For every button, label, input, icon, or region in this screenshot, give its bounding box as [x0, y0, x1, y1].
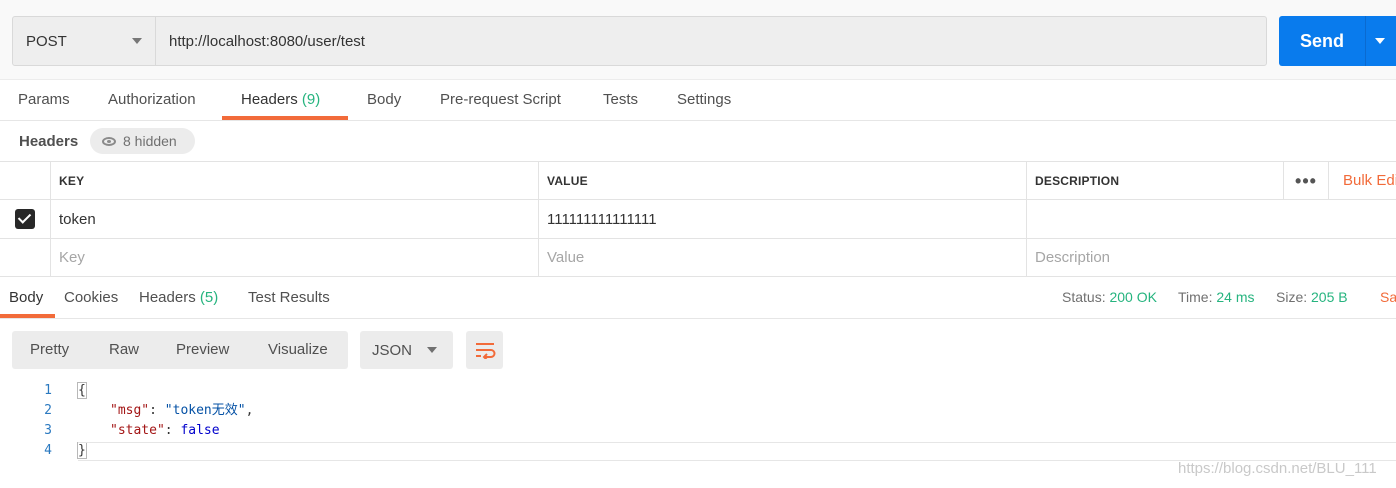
save-response-button[interactable]: Sa	[1380, 277, 1396, 318]
row-checkbox-cell	[0, 200, 50, 238]
eye-icon	[102, 136, 116, 146]
method-label: POST	[26, 32, 67, 50]
time-value: 24 ms	[1216, 289, 1255, 305]
status-info: Status: 200 OK	[1062, 289, 1157, 305]
response-tab-cookies[interactable]: Cookies	[64, 277, 118, 318]
view-pretty-button[interactable]: Pretty	[30, 331, 69, 369]
response-headers-count: (5)	[199, 289, 219, 306]
header-value-input[interactable]: 111111111111111	[538, 200, 1026, 238]
hidden-headers-toggle[interactable]: 8 hidden	[90, 128, 195, 154]
tab-headers[interactable]: Headers (9)	[241, 80, 320, 120]
new-description-input[interactable]: Description	[1026, 239, 1396, 276]
format-select[interactable]: JSON	[360, 331, 453, 369]
code-line: }	[77, 441, 87, 461]
send-options-chevron-icon[interactable]	[1366, 16, 1396, 66]
active-line-border	[78, 442, 1396, 443]
row-enabled-checkbox[interactable]	[15, 209, 35, 229]
view-preview-button[interactable]: Preview	[176, 331, 229, 369]
format-label: JSON	[372, 341, 413, 359]
wrap-lines-button[interactable]	[466, 331, 503, 369]
time-info: Time: 24 ms	[1178, 289, 1255, 305]
column-header-description: DESCRIPTION	[1026, 162, 1396, 199]
close-brace: }	[77, 442, 87, 459]
new-row-checkbox-cell	[0, 239, 50, 276]
json-key-state: "state"	[110, 423, 165, 438]
new-value-input[interactable]: Value	[538, 239, 1026, 276]
response-body-editor[interactable]: 1 2 3 4 { "msg": "token无效", "state": fal…	[0, 380, 1396, 464]
header-description-input[interactable]	[1026, 200, 1396, 238]
table-header-row: KEY VALUE DESCRIPTION ••• Bulk Edi	[0, 162, 1396, 200]
header-checkbox-cell	[0, 162, 50, 199]
active-tab-indicator	[222, 116, 348, 120]
view-visualize-button[interactable]: Visualize	[268, 331, 328, 369]
line-number: 1	[44, 383, 52, 398]
send-button-group: Send	[1279, 16, 1396, 66]
method-select[interactable]: POST	[13, 17, 156, 65]
wrap-lines-icon	[475, 343, 495, 359]
view-mode-group: Pretty Raw Preview Visualize	[12, 331, 348, 369]
tab-body[interactable]: Body	[367, 80, 401, 120]
column-header-key: KEY	[50, 162, 538, 199]
line-number: 4	[44, 443, 52, 458]
json-key-msg: "msg"	[110, 403, 150, 418]
response-tab-test-results[interactable]: Test Results	[248, 277, 330, 318]
headers-section-title: Headers	[19, 133, 79, 150]
header-key-input[interactable]: token	[50, 200, 538, 238]
json-value-msg: "token无效"	[164, 403, 246, 418]
code-line: "msg": "token无效",	[110, 403, 254, 418]
tab-settings[interactable]: Settings	[677, 80, 731, 120]
request-url-row: POST http://localhost:8080/user/test Sen…	[0, 0, 1396, 80]
url-bar: POST http://localhost:8080/user/test	[12, 16, 1267, 66]
chevron-down-icon	[132, 38, 142, 44]
response-tab-body[interactable]: Body	[9, 277, 43, 318]
open-brace: {	[77, 382, 87, 399]
hidden-headers-label: 8 hidden	[123, 133, 177, 149]
url-input[interactable]: http://localhost:8080/user/test	[156, 17, 1266, 65]
code-line: {	[77, 381, 87, 401]
tab-authorization[interactable]: Authorization	[108, 80, 196, 120]
status-value: 200 OK	[1109, 289, 1157, 305]
active-response-tab-indicator	[0, 314, 55, 318]
tab-headers-count: (9)	[301, 91, 321, 108]
table-row-new: Key Value Description	[0, 239, 1396, 277]
headers-table: KEY VALUE DESCRIPTION ••• Bulk Edi token…	[0, 161, 1396, 277]
tab-params[interactable]: Params	[18, 80, 70, 120]
line-number: 2	[44, 403, 52, 418]
more-options-icon[interactable]: •••	[1283, 162, 1329, 200]
column-header-value: VALUE	[538, 162, 1026, 199]
json-value-state: false	[180, 423, 220, 438]
watermark: https://blog.csdn.net/BLU_111	[1178, 460, 1377, 477]
new-key-input[interactable]: Key	[50, 239, 538, 276]
code-line: "state": false	[110, 423, 220, 438]
line-number: 3	[44, 423, 52, 438]
tab-pre-request-script[interactable]: Pre-request Script	[440, 80, 561, 120]
size-info: Size: 205 B	[1276, 289, 1348, 305]
request-tabs: Params Authorization Headers (9) Body Pr…	[0, 80, 1396, 121]
chevron-down-icon	[427, 347, 437, 353]
view-raw-button[interactable]: Raw	[109, 331, 139, 369]
bulk-edit-link[interactable]: Bulk Edi	[1343, 162, 1396, 200]
size-value: 205 B	[1311, 289, 1348, 305]
response-tab-headers[interactable]: Headers (5)	[139, 277, 218, 318]
tab-tests[interactable]: Tests	[603, 80, 638, 120]
table-row: token 111111111111111	[0, 200, 1396, 239]
send-button[interactable]: Send	[1279, 31, 1365, 52]
